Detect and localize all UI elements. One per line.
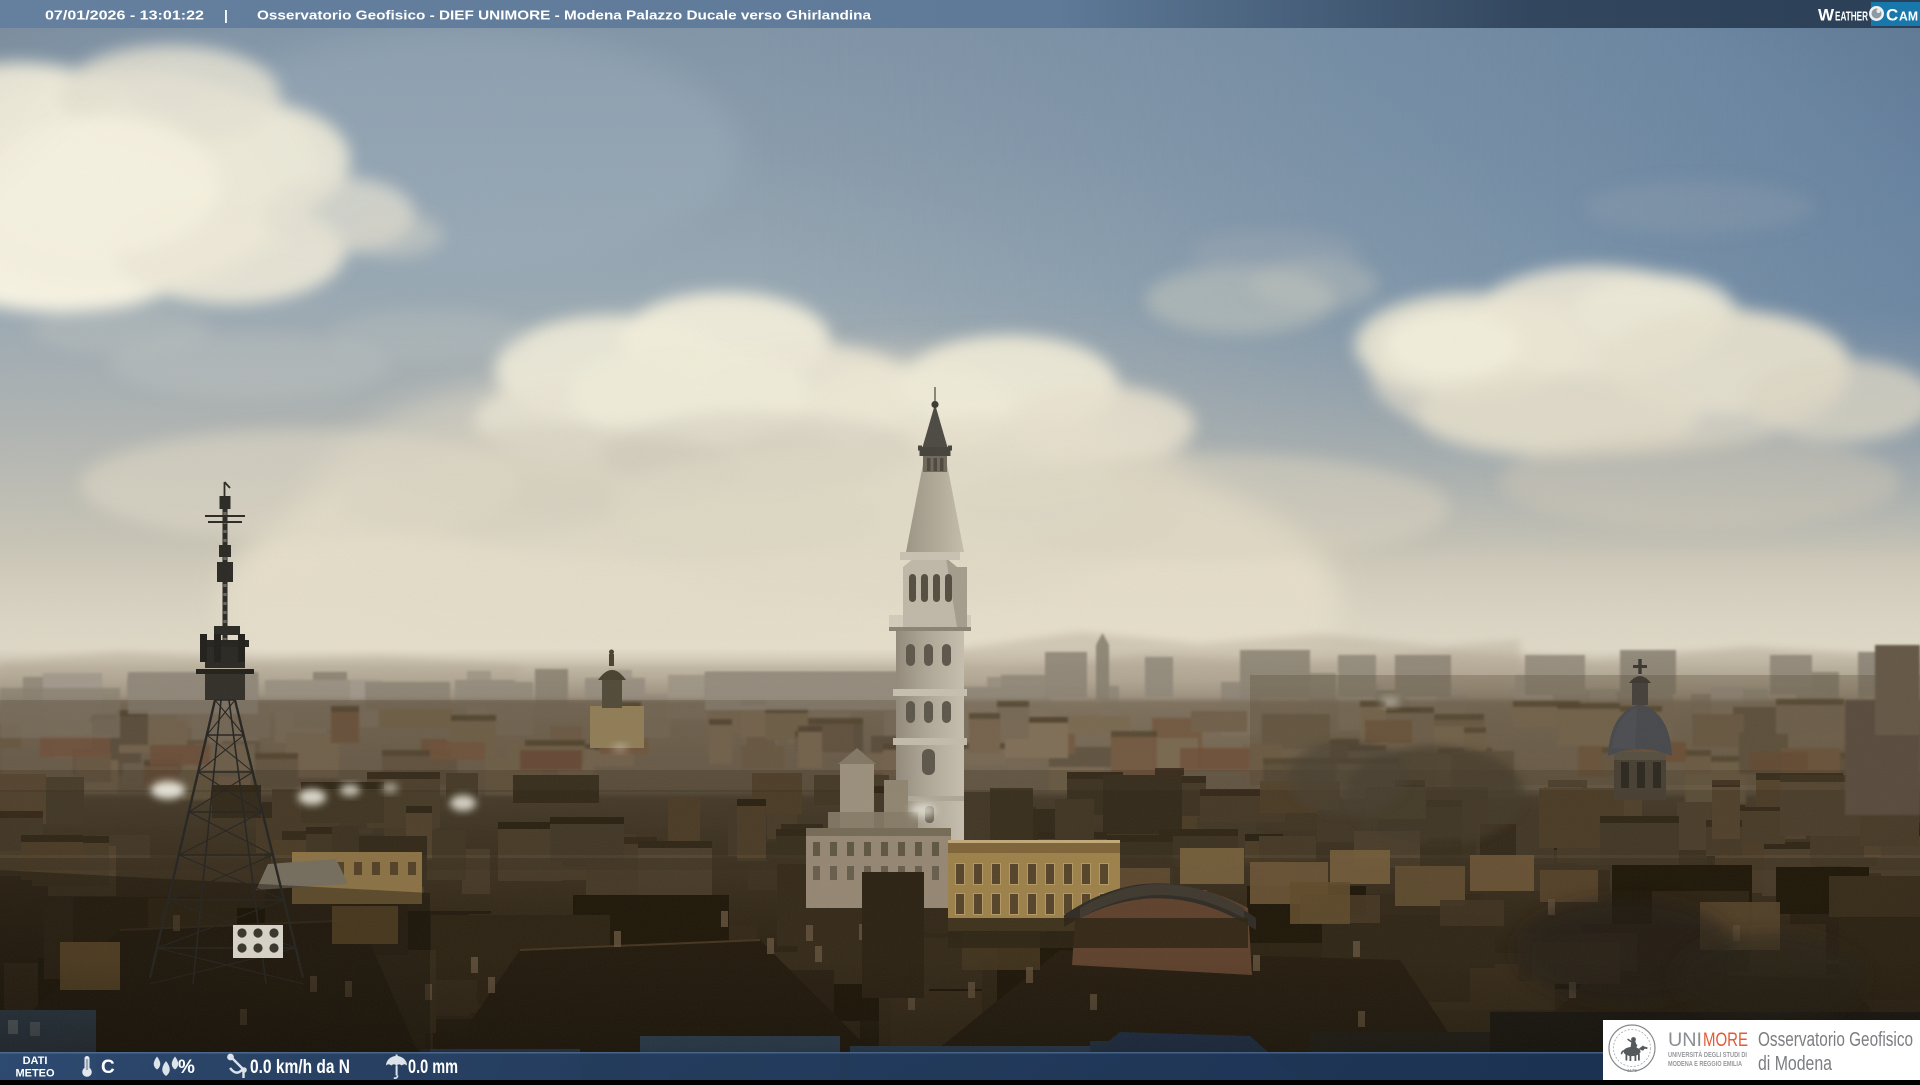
svg-text:C: C <box>101 1057 115 1078</box>
svg-text:DATI: DATI <box>23 1055 48 1067</box>
svg-text:Osservatorio Geofisico: Osservatorio Geofisico <box>1758 1029 1913 1051</box>
svg-text:0.0 mm: 0.0 mm <box>408 1057 458 1078</box>
svg-text:di Modena: di Modena <box>1758 1053 1833 1075</box>
svg-text:AM: AM <box>1899 10 1918 24</box>
svg-text:C: C <box>1886 6 1898 25</box>
svg-text:Osservatorio Geofisico - DIEF: Osservatorio Geofisico - DIEF UNIMORE - … <box>257 8 872 23</box>
svg-text:EATHER: EATHER <box>1835 10 1868 24</box>
svg-text:METEO: METEO <box>15 1068 55 1080</box>
svg-text:%: % <box>178 1057 195 1078</box>
svg-text:W: W <box>1818 6 1835 25</box>
svg-text:0.0 km/h da N: 0.0 km/h da N <box>250 1057 350 1078</box>
svg-text:07/01/2026 - 13:01:22: 07/01/2026 - 13:01:22 <box>45 8 204 23</box>
svg-text:|: | <box>224 7 228 23</box>
svg-text:1175: 1175 <box>1627 1068 1637 1073</box>
svg-text:MORE: MORE <box>1703 1029 1748 1051</box>
svg-text:UNI: UNI <box>1668 1029 1702 1051</box>
svg-text:UNIVERSITÀ DEGLI STUDI DI: UNIVERSITÀ DEGLI STUDI DI <box>1668 1050 1747 1059</box>
svg-text:MODENA E REGGIO EMILIA: MODENA E REGGIO EMILIA <box>1668 1059 1742 1068</box>
